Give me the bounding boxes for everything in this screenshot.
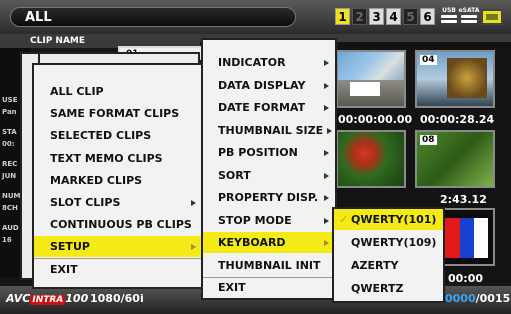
info-line: Pan [2, 108, 17, 116]
esata-label: eSATA [458, 7, 480, 14]
thumbnail-timecode: 2:43.12 [440, 193, 487, 206]
card-slot-3-icon[interactable]: 3 [369, 8, 384, 25]
submenu-arrow-icon [191, 200, 196, 206]
usb-drive-icon: USB [438, 7, 460, 27]
info-line: JUN [2, 172, 17, 180]
menu-item-label: SETUP [50, 240, 90, 253]
submenu-arrow-icon [324, 173, 329, 179]
submenu-arrow-icon [324, 105, 329, 111]
thumbnail[interactable]: 08 [415, 130, 495, 188]
thumbnail[interactable]: 04 [415, 50, 495, 108]
menu-item-label: KEYBOARD [218, 236, 286, 249]
thumbnail-timecode: 00:00:28.24 [420, 113, 495, 126]
thumbnail[interactable] [440, 208, 495, 266]
menu-item-label: THUMBNAIL SIZE [218, 124, 324, 137]
menu-item-all-clip[interactable]: ALL CLIP [34, 81, 202, 102]
clip-counter-current: 0000 [445, 292, 476, 305]
keyboard-menu: ✓ QWERTY(101) QWERTY(109) AZERTY QWERTZ [332, 207, 445, 303]
info-line: AUD [2, 224, 19, 232]
menu-item-label: PB POSITION [218, 146, 298, 159]
card-slot-2-icon[interactable]: 2 [352, 8, 367, 25]
menu-item-qwertz[interactable]: QWERTZ [334, 278, 443, 299]
codec-logo-prefix: AVC [6, 292, 31, 305]
submenu-arrow-icon [191, 244, 196, 250]
menu-item-label: SLOT CLIPS [50, 196, 121, 209]
menu-item-continuous-pb-clips[interactable]: CONTINUOUS PB CLIPS [34, 214, 202, 235]
card-slot-6-icon[interactable]: 6 [420, 8, 435, 25]
menu-item-pb-position[interactable]: PB POSITION [203, 142, 335, 163]
menu-item-qwerty-109[interactable]: QWERTY(109) [334, 232, 443, 253]
menu-item-setup[interactable]: SETUP [34, 236, 202, 257]
esata-drive-icon: eSATA [458, 7, 480, 27]
info-line: 00: [2, 140, 15, 148]
clip-menu: ALL CLIP SAME FORMAT CLIPS SELECTED CLIP… [32, 63, 204, 289]
codec-logo: AVC INTRA 100 [6, 292, 88, 305]
thumbnail[interactable] [336, 50, 406, 108]
menu-item-sort[interactable]: SORT [203, 165, 335, 186]
menu-item-azerty[interactable]: AZERTY [334, 255, 443, 276]
submenu-arrow-icon [324, 240, 329, 246]
submenu-arrow-icon [324, 60, 329, 66]
menu-item-qwerty-101[interactable]: ✓ QWERTY(101) [334, 209, 443, 230]
menu-item-data-display[interactable]: DATA DISPLAY [203, 75, 335, 96]
top-status-bar: ALL 1 2 3 4 5 6 USB eSATA [0, 0, 511, 34]
submenu-arrow-icon [324, 218, 329, 224]
menu-item-label: DATE FORMAT [218, 101, 306, 114]
menu-item-exit[interactable]: EXIT [34, 259, 202, 280]
menu-item-label: DATA DISPLAY [218, 79, 306, 92]
menu-item-property-disp[interactable]: PROPERTY DISP. [203, 187, 335, 208]
clip-counter-total: /0015 [475, 292, 511, 305]
clip-name-header: CLIP NAME [30, 36, 86, 46]
menu-item-selected-clips[interactable]: SELECTED CLIPS [34, 125, 202, 146]
info-line: USE [2, 96, 18, 104]
menu-item-keyboard[interactable]: KEYBOARD [203, 232, 335, 253]
screen-title-field: ALL [10, 7, 296, 27]
menu-item-same-format-clips[interactable]: SAME FORMAT CLIPS [34, 103, 202, 124]
menu-item-indicator[interactable]: INDICATOR [203, 52, 335, 73]
battery-icon [481, 9, 503, 25]
menu-item-marked-clips[interactable]: MARKED CLIPS [34, 170, 202, 191]
menu-item-label: QWERTY(101) [351, 213, 437, 226]
menu-item-label: INDICATOR [218, 56, 286, 69]
codec-logo-badge: INTRA [30, 295, 66, 305]
menu-item-stop-mode[interactable]: STOP MODE [203, 210, 335, 231]
submenu-arrow-icon [327, 128, 332, 134]
menu-item-thumbnail-init[interactable]: THUMBNAIL INIT [203, 255, 335, 276]
thumbnail-number: 04 [420, 55, 437, 65]
menu-item-label: SORT [218, 169, 251, 182]
menu-item-date-format[interactable]: DATE FORMAT [203, 97, 335, 118]
playback-screen: ALL 1 2 3 4 5 6 USB eSATA CLIP NAME USE … [0, 0, 511, 314]
card-slot-5-icon[interactable]: 5 [403, 8, 418, 25]
info-line: REC [2, 160, 18, 168]
menu-item-text-memo-clips[interactable]: TEXT MEMO CLIPS [34, 148, 202, 169]
info-line: 8CH [2, 204, 18, 212]
menu-item-thumbnail-size[interactable]: THUMBNAIL SIZE [203, 120, 335, 141]
thumbnail[interactable] [336, 130, 406, 188]
checkmark-icon: ✓ [339, 213, 349, 226]
menu-item-slot-clips[interactable]: SLOT CLIPS [34, 192, 202, 213]
clip-counter: 0000/0015 [445, 292, 510, 305]
info-line: 16 [2, 236, 12, 244]
thumbnail-timecode: 00:00 [448, 272, 484, 285]
info-line: NUM [2, 192, 21, 200]
screen-title: ALL [25, 10, 52, 25]
codec-logo-suffix: 100 [65, 292, 89, 305]
info-line: STA [2, 128, 17, 136]
submenu-arrow-icon [324, 83, 329, 89]
card-slot-4-icon[interactable]: 4 [386, 8, 401, 25]
menu-item-label: PROPERTY DISP. [218, 191, 319, 204]
submenu-arrow-icon [324, 150, 329, 156]
usb-label: USB [442, 7, 456, 14]
card-slot-1-icon[interactable]: 1 [335, 8, 350, 25]
thumbnail-number: 08 [420, 135, 437, 145]
video-format: 1080/60i [90, 292, 144, 305]
submenu-arrow-icon [324, 195, 329, 201]
thumbnail-timecode: 00:00:00.00 [338, 113, 413, 126]
menu-item-exit[interactable]: EXIT [203, 277, 335, 298]
setup-menu: INDICATOR DATA DISPLAY DATE FORMAT THUMB… [201, 38, 337, 300]
menu-item-label: STOP MODE [218, 214, 292, 227]
